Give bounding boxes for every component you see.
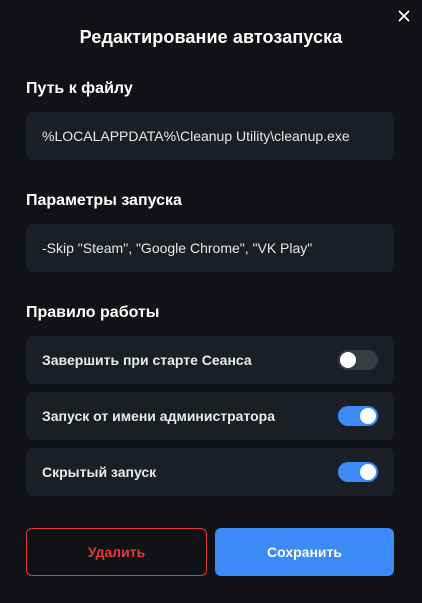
launch-params-label: Параметры запуска [26, 192, 182, 209]
toggle-knob [360, 464, 376, 480]
toggle-knob [340, 352, 356, 368]
rule-label: Скрытый запуск [42, 464, 157, 480]
file-path-label: Путь к файлу [26, 80, 133, 97]
run-as-admin-toggle[interactable] [338, 406, 378, 426]
rule-run-as-admin: Запуск от имени администратора [26, 392, 394, 440]
hidden-launch-toggle[interactable] [338, 462, 378, 482]
launch-params-field[interactable]: -Skip "Steam", "Google Chrome", "VK Play… [26, 224, 394, 272]
save-button[interactable]: Сохранить [215, 528, 394, 576]
end-on-session-start-toggle[interactable] [338, 350, 378, 370]
rule-label: Завершить при старте Сеанса [42, 352, 252, 368]
close-icon[interactable] [396, 8, 412, 24]
rule-label: Запуск от имени администратора [42, 408, 276, 424]
dialog-title: Редактирование автозапуска [79, 27, 343, 47]
rule-end-on-session-start: Завершить при старте Сеанса [26, 336, 394, 384]
file-path-field[interactable]: %LOCALAPPDATA%\Cleanup Utility\cleanup.e… [26, 112, 394, 160]
rule-hidden-launch: Скрытый запуск [26, 448, 394, 496]
toggle-knob [360, 408, 376, 424]
rules-label: Правило работы [26, 304, 160, 321]
autostart-edit-dialog: Редактирование автозапуска Путь к файлу … [0, 0, 422, 603]
delete-button[interactable]: Удалить [26, 528, 207, 576]
